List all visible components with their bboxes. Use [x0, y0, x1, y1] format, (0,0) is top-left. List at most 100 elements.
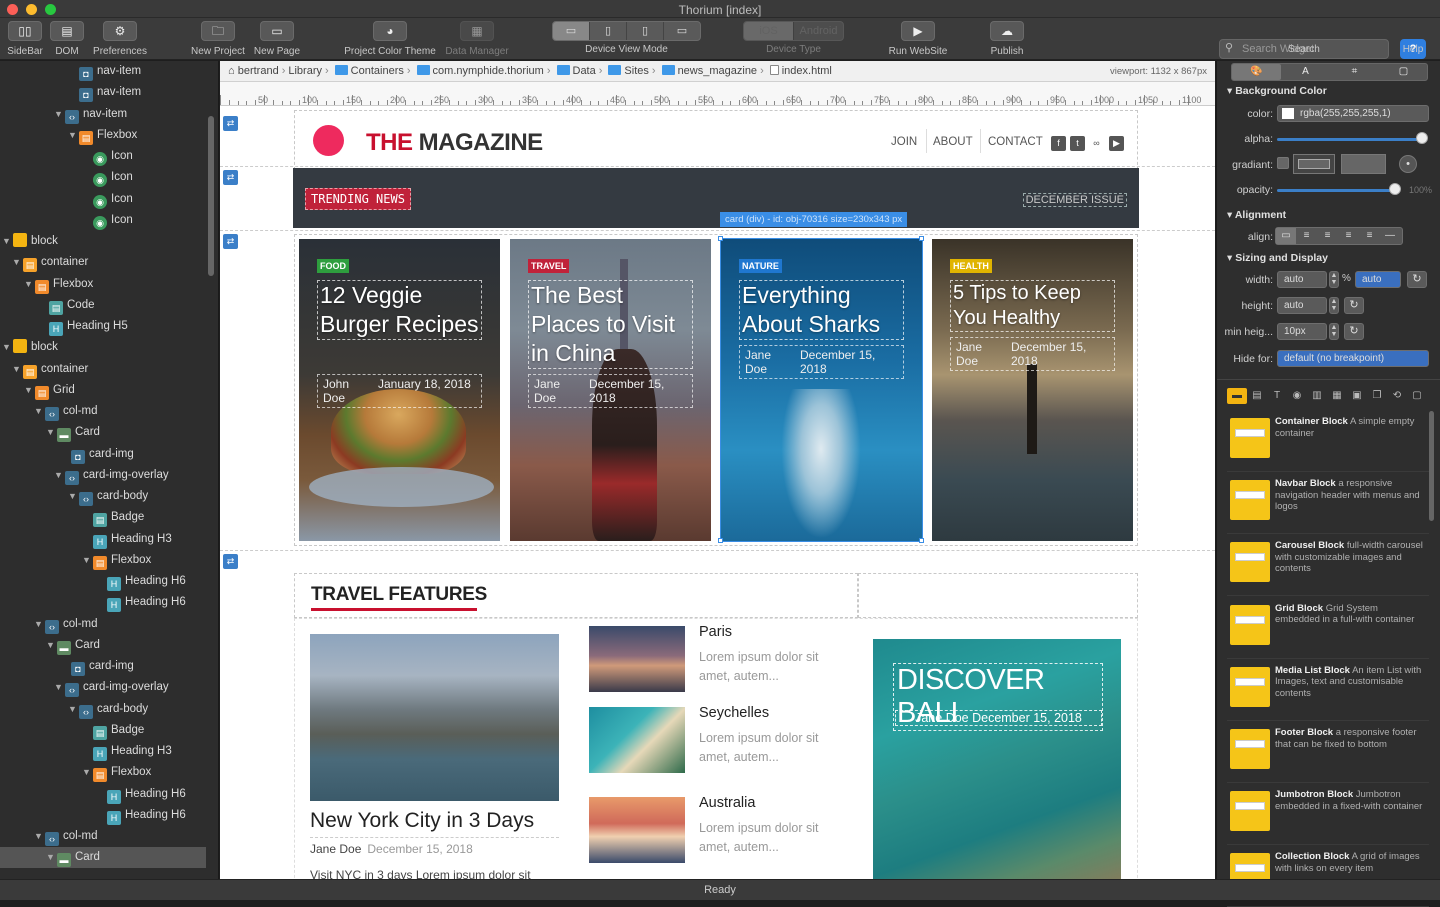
widget-item[interactable]: Container Block A simple empty container: [1227, 410, 1429, 472]
widget-item[interactable]: Media List Block An item List with Image…: [1227, 659, 1429, 721]
height-stepper[interactable]: ▲ ▼: [1329, 297, 1339, 314]
opacity-slider[interactable]: [1277, 189, 1395, 192]
tree-node[interactable]: ▼ ‹› nav-item: [54, 104, 127, 125]
tree-node[interactable]: ▤ Badge: [82, 507, 144, 528]
tree-node[interactable]: H Heading H3: [82, 529, 172, 550]
nav-link-about[interactable]: ABOUT: [933, 136, 973, 148]
disclosure-arrow-icon[interactable]: ▼: [24, 274, 35, 295]
tree-node[interactable]: ▼ ‹› col-md: [34, 614, 98, 635]
tree-node[interactable]: ▼ ▬ Card: [0, 847, 206, 869]
tree-node[interactable]: ◉ Icon: [82, 189, 133, 210]
phone-landscape-icon[interactable]: ▭: [664, 22, 700, 40]
disclosure-arrow-icon[interactable]: ▼: [82, 762, 93, 783]
tree-node[interactable]: ▼ ‹› card-img-overlay: [54, 465, 169, 486]
frame-icon[interactable]: ▢: [1379, 64, 1428, 80]
color-theme-button[interactable]: ◕ Project Color Theme: [340, 21, 440, 57]
block-handle-icon[interactable]: ⇄: [223, 170, 238, 185]
widget-list-scrollbar[interactable]: [1429, 411, 1434, 521]
nav-link-contact[interactable]: CONTACT: [988, 136, 1043, 148]
tablet-view-icon[interactable]: ▯: [590, 22, 627, 40]
tree-node[interactable]: ▼ block: [2, 337, 58, 358]
twitter-icon[interactable]: t: [1070, 136, 1085, 151]
copy-tab-icon[interactable]: ❐: [1367, 388, 1387, 404]
section-alignment[interactable]: ▾ Alignment: [1227, 209, 1286, 221]
block-handle-icon[interactable]: ⇄: [223, 116, 238, 131]
tree-node[interactable]: H Heading H3: [82, 741, 172, 762]
tree-node[interactable]: ▼ ▬ Card: [46, 422, 100, 443]
dom-button[interactable]: ▤ DOM: [50, 21, 84, 57]
disclosure-arrow-icon[interactable]: ▼: [34, 401, 45, 422]
tree-node[interactable]: ◉ Icon: [82, 210, 133, 231]
nav-link-join[interactable]: JOIN: [891, 136, 917, 148]
widget-item[interactable]: Navbar Block a responsive navigation hea…: [1227, 472, 1429, 535]
card[interactable]: FOOD 12 Veggie Burger Recipes John Doe Ja…: [299, 239, 500, 541]
gradient-swatch-1[interactable]: [1293, 154, 1335, 174]
tree-node[interactable]: ◘ card-img: [60, 656, 134, 677]
run-website-button[interactable]: ▶ Run WebSite: [885, 21, 951, 57]
ios-option[interactable]: iOS: [744, 22, 794, 40]
tree-node[interactable]: ▼ ‹› card-img-overlay: [54, 677, 169, 698]
more-tab-icon[interactable]: ▢: [1407, 388, 1427, 404]
tree-node[interactable]: H Heading H6: [96, 592, 186, 613]
tree-node[interactable]: ▼ ▤ container: [12, 252, 88, 273]
blocks-tab-icon[interactable]: ▬: [1227, 388, 1247, 404]
align-none-icon[interactable]: ▭: [1276, 228, 1296, 244]
disclosure-arrow-icon[interactable]: ▼: [2, 337, 13, 358]
media-tab-icon[interactable]: ◉: [1287, 388, 1307, 404]
breadcrumb-item[interactable]: bertrand: [238, 65, 279, 77]
alpha-slider-thumb[interactable]: [1416, 132, 1428, 144]
refresh-min-height-icon[interactable]: ↻: [1344, 323, 1364, 340]
section-background[interactable]: ▾ Background Color: [1227, 85, 1327, 97]
disclosure-arrow-icon[interactable]: ▼: [46, 847, 57, 868]
align-right-icon[interactable]: ≡: [1338, 228, 1359, 244]
widget-item[interactable]: Jumbotron Block Jumbotron embedded in a …: [1227, 783, 1429, 846]
resize-handle[interactable]: [919, 538, 924, 543]
tree-scrollbar[interactable]: [208, 116, 214, 276]
resize-handle[interactable]: [718, 538, 723, 543]
disclosure-arrow-icon[interactable]: ▼: [54, 104, 65, 125]
refresh-width-icon[interactable]: ↻: [1407, 271, 1427, 288]
palette-icon[interactable]: 🎨: [1232, 64, 1281, 80]
tree-node[interactable]: ▼ ▤ Flexbox: [24, 274, 93, 295]
disclosure-arrow-icon[interactable]: ▼: [12, 359, 23, 380]
tree-node[interactable]: ▼ ▤ Flexbox: [82, 550, 151, 571]
media-item[interactable]: Australia Lorem ipsum dolor sit amet, au…: [577, 791, 843, 871]
magazine-navbar[interactable]: THE MAGAZINE JOIN ABOUT CONTACT f t ∞ ▶: [294, 110, 1138, 170]
breadcrumb-item[interactable]: news_magazine: [678, 65, 758, 77]
tree-node[interactable]: ▼ ▤ container: [12, 359, 88, 380]
typography-icon[interactable]: A: [1281, 64, 1330, 80]
tree-node[interactable]: ▼ ‹› col-md: [34, 401, 98, 422]
cards-tab-icon[interactable]: ▤: [1247, 388, 1267, 404]
text-tab-icon[interactable]: T: [1267, 388, 1287, 404]
embed-tab-icon[interactable]: ⟲: [1387, 388, 1407, 404]
tree-node[interactable]: H Heading H6: [96, 784, 186, 805]
tree-node[interactable]: ▼ ‹› card-body: [68, 486, 148, 507]
resize-handle[interactable]: [718, 236, 723, 241]
new-page-button[interactable]: ▭ New Page: [252, 21, 302, 57]
refresh-height-icon[interactable]: ↻: [1344, 297, 1364, 314]
disclosure-arrow-icon[interactable]: ▼: [46, 422, 57, 443]
opacity-slider-thumb[interactable]: [1389, 183, 1401, 195]
breadcrumb-item[interactable]: index.html: [782, 65, 832, 77]
tree-node[interactable]: ◉ Icon: [82, 167, 133, 188]
facebook-icon[interactable]: f: [1051, 136, 1066, 151]
tree-node[interactable]: ▤ Badge: [82, 720, 144, 741]
height-input[interactable]: auto: [1277, 297, 1327, 314]
block-handle-icon[interactable]: ⇄: [223, 234, 238, 249]
tree-node[interactable]: H Heading H5: [38, 316, 128, 337]
layout-tab-icon[interactable]: ▣: [1347, 388, 1367, 404]
tree-node[interactable]: ▼ ▤ Flexbox: [82, 762, 151, 783]
hide-for-select[interactable]: default (no breakpoint): [1277, 350, 1429, 367]
android-option[interactable]: Android: [794, 22, 843, 40]
width-input[interactable]: auto: [1277, 271, 1327, 288]
disclosure-arrow-icon[interactable]: ▼: [68, 699, 79, 720]
new-project-button[interactable]: 🗀 New Project: [188, 21, 248, 57]
card[interactable]: NATURE Everything About Sharks Jane Doe D…: [720, 238, 923, 542]
widget-item[interactable]: Footer Block a responsive footer that ca…: [1227, 721, 1429, 783]
min-height-stepper[interactable]: ▲ ▼: [1329, 323, 1339, 340]
disclosure-arrow-icon[interactable]: ▼: [68, 125, 79, 146]
disclosure-arrow-icon[interactable]: ▼: [34, 826, 45, 847]
tree-node[interactable]: H Heading H6: [96, 571, 186, 592]
card[interactable]: HEALTH 5 Tips to Keep You Healthy Jane D…: [932, 239, 1133, 541]
tree-node[interactable]: ◉ Icon: [82, 146, 133, 167]
